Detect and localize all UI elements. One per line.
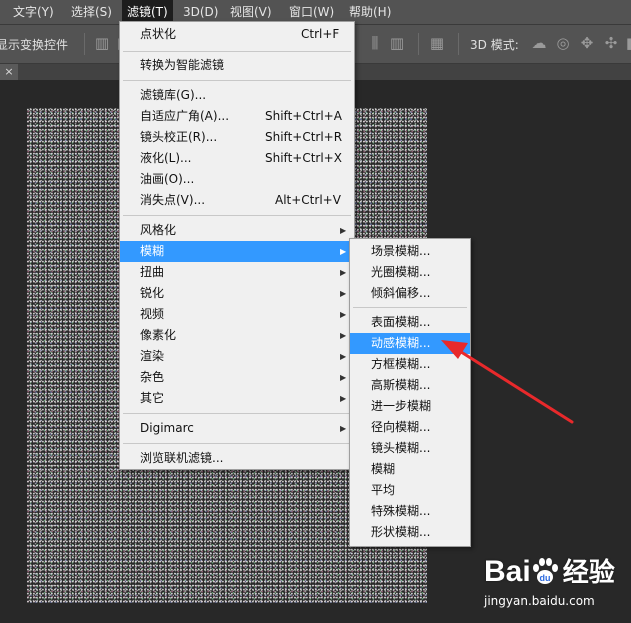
svg-text:du: du	[540, 573, 551, 583]
baidu-paw-icon: du	[533, 558, 558, 584]
baidu-jingyan-watermark: Bai 经验 du jingyan.baidu.com	[478, 550, 628, 615]
watermark-url: jingyan.baidu.com	[484, 594, 595, 608]
annotation-arrow-icon	[441, 340, 574, 424]
